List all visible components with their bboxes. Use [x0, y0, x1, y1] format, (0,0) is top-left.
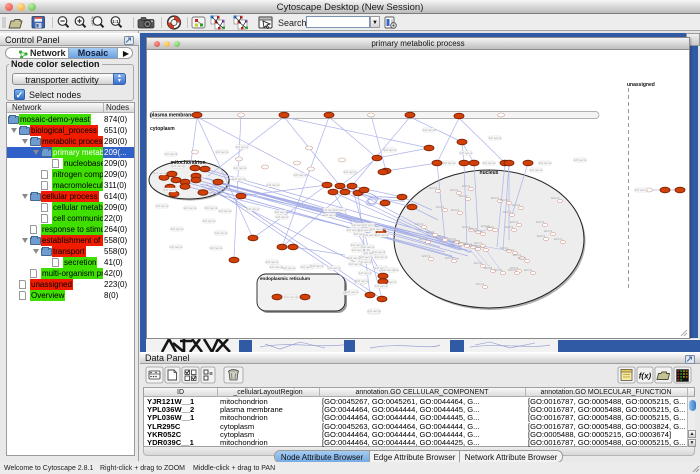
svg-text:GO:terms: GO:terms: [442, 161, 456, 165]
svg-text:nucleus: nucleus: [480, 170, 499, 176]
svg-text:GO:terms: GO:terms: [214, 231, 228, 235]
svg-text:GO:terms: GO:terms: [634, 188, 648, 192]
svg-text:GO:terms: GO:terms: [202, 219, 216, 223]
svg-text:GO:terms: GO:terms: [282, 266, 296, 270]
svg-text:GO:zz: GO:zz: [500, 198, 509, 202]
svg-text:GO:zz: GO:zz: [486, 225, 495, 229]
svg-text:GO:terms: GO:terms: [169, 245, 183, 249]
svg-text:1:1: 1:1: [112, 19, 119, 24]
svg-text:GO:zz: GO:zz: [429, 186, 438, 190]
svg-text:GO:zz: GO:zz: [436, 235, 445, 239]
svg-text:GO:zz: GO:zz: [445, 256, 454, 260]
svg-text:GO:terms: GO:terms: [275, 215, 289, 219]
svg-text:GO:terms: GO:terms: [372, 250, 386, 254]
svg-text:GO:zz: GO:zz: [450, 188, 459, 192]
svg-text:GO:zz: GO:zz: [551, 196, 560, 200]
svg-text:GO:zz: GO:zz: [474, 229, 483, 233]
svg-text:GO:zz: GO:zz: [554, 237, 563, 241]
svg-text:GO:terms: GO:terms: [204, 206, 218, 210]
svg-text:GO:terms: GO:terms: [266, 183, 280, 187]
svg-text:GO:terms: GO:terms: [310, 264, 324, 268]
svg-text:GO:terms: GO:terms: [343, 170, 357, 174]
svg-text:GO:terms: GO:terms: [367, 309, 381, 313]
svg-text:unassigned: unassigned: [627, 82, 655, 88]
svg-text:GO:terms: GO:terms: [235, 145, 249, 149]
svg-text:GO:zz: GO:zz: [524, 268, 533, 272]
svg-text:GO:terms: GO:terms: [482, 161, 496, 165]
svg-text:GO:terms: GO:terms: [232, 177, 246, 181]
svg-text:GO:zz: GO:zz: [426, 230, 435, 234]
svg-text:GO:zz: GO:zz: [436, 205, 445, 209]
svg-text:GO:terms: GO:terms: [422, 128, 436, 132]
svg-text:GO:terms: GO:terms: [459, 151, 473, 155]
svg-text:GO:zz: GO:zz: [476, 282, 485, 286]
svg-text:GO:terms: GO:terms: [163, 188, 177, 192]
svg-text:GO:terms: GO:terms: [383, 148, 397, 152]
svg-text:GO:zz: GO:zz: [451, 208, 460, 212]
svg-text:GO:terms: GO:terms: [488, 136, 502, 140]
svg-text:GO:zz: GO:zz: [518, 256, 527, 260]
svg-text:GO:terms: GO:terms: [209, 246, 223, 250]
svg-text:GO:terms: GO:terms: [327, 266, 341, 270]
svg-text:GO:terms: GO:terms: [293, 173, 307, 177]
svg-text:GO:terms: GO:terms: [358, 271, 372, 275]
svg-text:GO:terms: GO:terms: [381, 268, 395, 272]
svg-text:GO:zz: GO:zz: [510, 220, 519, 224]
svg-text:GO:zz: GO:zz: [474, 261, 483, 265]
svg-text:GO:terms: GO:terms: [374, 284, 388, 288]
svg-text:GO:terms: GO:terms: [348, 262, 362, 266]
svg-text:GO:terms: GO:terms: [573, 158, 587, 162]
svg-text:cytoplasm: cytoplasm: [150, 126, 175, 132]
svg-text:GO:terms: GO:terms: [183, 206, 197, 210]
svg-text:GO:zz: GO:zz: [491, 196, 500, 200]
svg-text:GO:terms: GO:terms: [538, 161, 552, 165]
svg-text:GO:zz: GO:zz: [484, 266, 493, 270]
svg-text:GO:zz: GO:zz: [503, 210, 512, 214]
svg-text:GO:zz: GO:zz: [508, 268, 517, 272]
svg-text:f(x): f(x): [639, 372, 652, 381]
svg-text:GO:terms: GO:terms: [284, 295, 298, 299]
svg-text:endoplasmic reticulum: endoplasmic reticulum: [260, 276, 310, 281]
svg-text:GO:terms: GO:terms: [333, 208, 347, 212]
svg-text:GO:terms: GO:terms: [374, 255, 388, 259]
svg-text:GO:zz: GO:zz: [422, 254, 431, 258]
svg-text:GO:terms: GO:terms: [323, 213, 337, 217]
svg-text:GO:terms: GO:terms: [265, 260, 279, 264]
svg-text:GO:terms: GO:terms: [164, 152, 178, 156]
svg-text:GO:zz: GO:zz: [477, 245, 486, 249]
svg-text:GO:terms: GO:terms: [269, 265, 283, 269]
svg-text:GO:zz: GO:zz: [544, 229, 553, 233]
svg-text:GO:terms: GO:terms: [359, 255, 373, 259]
svg-text:GO:terms: GO:terms: [215, 150, 229, 154]
svg-text:GO:terms: GO:terms: [233, 166, 247, 170]
svg-text:GO:terms: GO:terms: [355, 279, 369, 283]
svg-text:GO:terms: GO:terms: [170, 227, 184, 231]
svg-text:plasma membrane: plasma membrane: [150, 113, 194, 119]
svg-text:GO:terms: GO:terms: [246, 207, 260, 211]
svg-text:GO:terms: GO:terms: [529, 168, 543, 172]
svg-text:GO:zz: GO:zz: [494, 268, 503, 272]
svg-text:GO:zz: GO:zz: [415, 222, 424, 226]
svg-text:GO:zz: GO:zz: [512, 203, 521, 207]
svg-text:GO:zz: GO:zz: [536, 220, 545, 224]
svg-text:GO:zz: GO:zz: [419, 237, 428, 241]
svg-text:GO:terms: GO:terms: [218, 209, 232, 213]
svg-text:GO:terms: GO:terms: [345, 290, 359, 294]
svg-text:GO:terms: GO:terms: [370, 227, 384, 231]
svg-text:GO:terms: GO:terms: [153, 171, 167, 175]
svg-text:GO:terms: GO:terms: [171, 164, 185, 168]
svg-text:GO:zz: GO:zz: [462, 184, 471, 188]
svg-text:GO:zz: GO:zz: [506, 248, 515, 252]
svg-text:GO:terms: GO:terms: [155, 204, 169, 208]
svg-text:GO:terms: GO:terms: [274, 210, 288, 214]
svg-text:GO:zz: GO:zz: [505, 225, 514, 229]
svg-text:GO:zz: GO:zz: [537, 234, 546, 238]
svg-text:GO:terms: GO:terms: [375, 233, 389, 237]
